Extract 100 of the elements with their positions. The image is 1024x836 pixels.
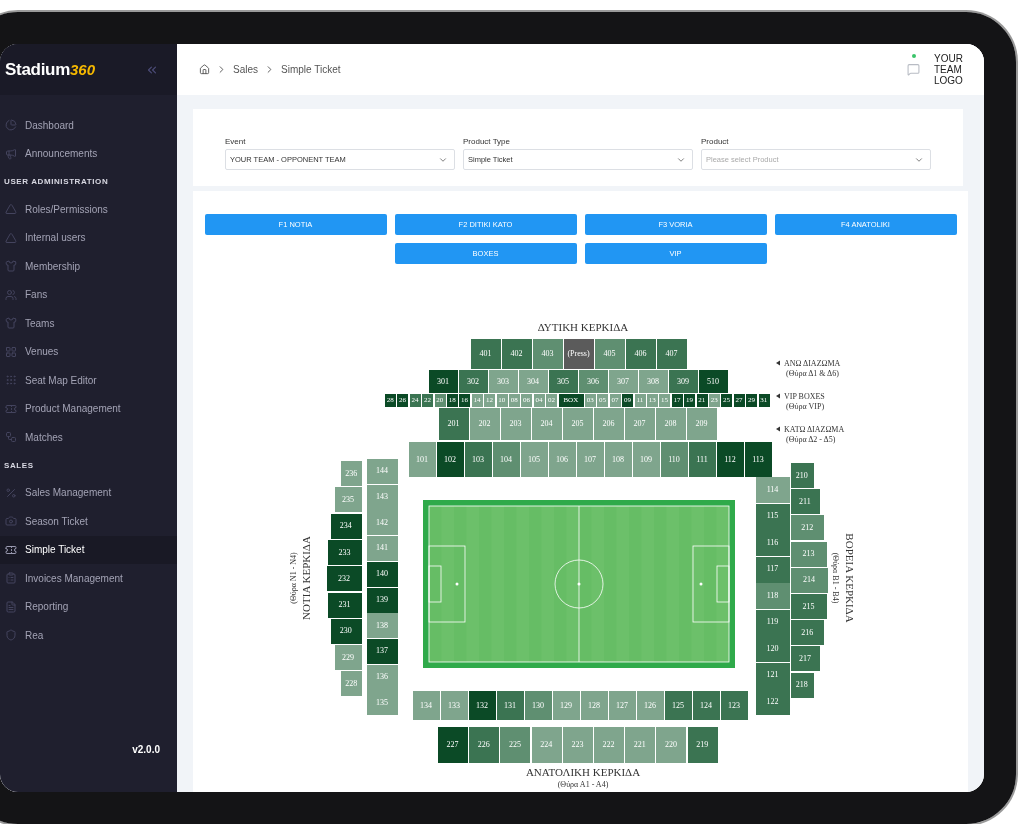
seat-section[interactable] [429,370,458,393]
section-number: 301 [437,376,449,386]
seat-section[interactable] [331,619,362,644]
seat-section[interactable] [437,442,464,477]
seat-section[interactable] [367,639,398,664]
section-number: 217 [798,654,811,663]
seat-section[interactable] [459,370,488,393]
section-number: 406 [634,349,647,358]
seat-section[interactable] [791,594,827,619]
seat-section[interactable] [502,339,532,369]
seat-section[interactable] [699,370,728,393]
sidebar-item[interactable]: Venues [0,337,177,366]
section-number: 128 [588,700,600,710]
people-icon [5,288,17,301]
sidebar-item[interactable]: Announcements [0,139,177,168]
sidebar-item[interactable]: Roles/Permissions [0,195,177,224]
gate-label: (Θύρα Δ1 & Δ6) [786,369,839,378]
sidebar-item[interactable]: Sales Management [0,478,177,507]
seat-section[interactable] [626,339,656,369]
section-number: 232 [338,573,350,583]
megaphone-icon [5,147,17,160]
sidebar-item[interactable]: Rea [0,621,177,650]
ticket-icon [5,402,17,415]
seat-section[interactable] [756,610,790,636]
seat-section[interactable] [756,663,790,689]
section-number: 133 [448,700,460,710]
seat-section[interactable] [549,370,578,393]
seat-section[interactable] [657,339,687,369]
seat-section[interactable] [328,540,362,565]
seat-section[interactable] [791,673,814,698]
sidebar-item[interactable]: Season Ticket [0,507,177,536]
section-number: 202 [478,419,491,428]
sidebar-item[interactable]: Seat Map Editor [0,366,177,395]
seat-section[interactable] [328,593,362,618]
section-number: 306 [587,376,599,386]
section-number: 203 [509,419,522,428]
gate-label: (Θύρα Β1 - Β4) [831,552,840,604]
stand-name: ΔΥΤΙΚΗ ΚΕΡΚΙΔΑ [537,321,629,333]
section-number: 117 [766,564,779,574]
sidebar-item[interactable]: Product Management [0,394,177,423]
seat-section[interactable] [469,727,499,763]
sidebar-item[interactable]: Matches [0,423,177,452]
legend-label: ΑΝΩ ΔΙΑΖΩΜΑ [784,359,841,368]
seat-section[interactable] [745,442,772,477]
seat-section[interactable] [497,691,524,720]
status-dot [912,54,916,58]
seat-section[interactable] [756,689,790,715]
seat-section[interactable] [693,691,720,720]
seat-section[interactable] [756,636,790,662]
seat-section[interactable] [327,566,362,591]
seat-section[interactable] [331,514,362,539]
seat-section[interactable] [721,691,748,720]
section-number: 132 [476,700,488,710]
seat-section[interactable] [559,394,584,407]
section-number: 104 [500,454,512,464]
caret-icon [776,393,780,399]
sidebar-item[interactable]: Internal users [0,223,177,252]
seat-section[interactable] [791,646,820,671]
document-icon [5,600,17,613]
section-number: 130 [532,700,544,710]
seat-section[interactable] [471,339,501,369]
section-number: 210 [795,470,808,480]
seat-section[interactable] [665,691,692,720]
seat-section[interactable] [367,562,398,587]
section-number: 141 [376,543,388,553]
legend-label: VIP BOXES [784,392,825,401]
gate-label: (Θύρα Ν1 - Ν4) [289,552,298,604]
shirt-icon [5,317,17,330]
section-number: 127 [616,700,628,710]
seat-section[interactable] [564,339,594,369]
seat-section[interactable] [465,442,492,477]
field-label: Product [701,137,730,146]
seat-section[interactable] [367,588,398,613]
breadcrumb-item[interactable]: Sales [233,64,258,75]
sidebar-item[interactable]: Dashboard [0,111,177,140]
shirt-icon [5,260,17,273]
sidebar-item[interactable]: Teams [0,309,177,338]
chat-icon[interactable] [907,63,920,76]
sidebar-item[interactable]: Simple Ticket [0,535,177,564]
sidebar-item[interactable]: Reporting [0,592,177,621]
seat-section[interactable] [791,489,820,514]
sidebar-item[interactable]: Invoices Management [0,564,177,593]
sidebar-item[interactable]: Fans [0,280,177,309]
sidebar-item[interactable]: Membership [0,252,177,281]
section-number: 209 [695,419,708,428]
seat-section[interactable] [791,463,814,488]
home-icon[interactable] [199,64,210,75]
section-number: 302 [467,376,479,386]
seat-section[interactable] [791,620,824,645]
seat-section[interactable] [756,530,790,556]
seat-section[interactable] [469,691,496,720]
section-number: 120 [766,643,779,653]
section-number: 115 [766,511,779,521]
seat-section[interactable] [439,408,469,440]
stand-name: ΒΟΡΕΙΑ ΚΕΡΚΙΔΑ [844,533,856,623]
seat-section[interactable] [438,727,468,763]
seat-section[interactable] [669,370,698,393]
seat-section[interactable] [717,442,744,477]
clipboard-icon [5,572,17,585]
section-number: 113 [752,454,764,464]
